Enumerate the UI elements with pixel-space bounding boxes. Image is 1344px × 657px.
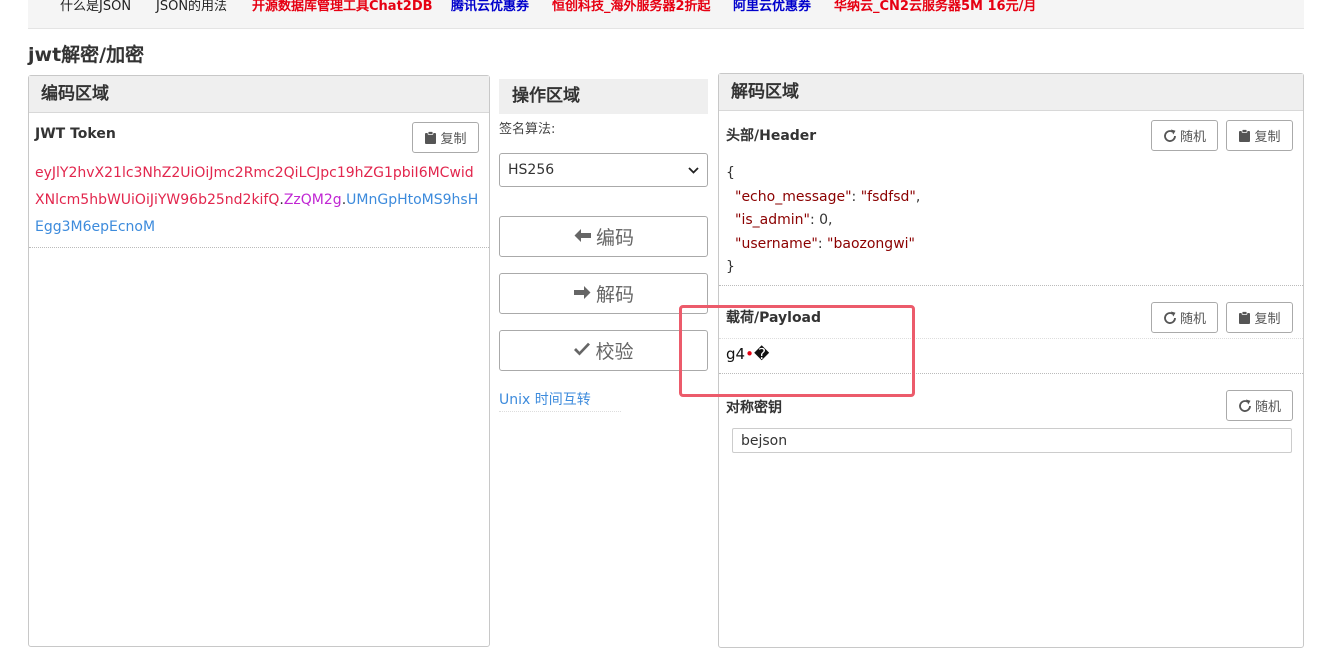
clipboard-icon [424, 130, 437, 145]
json-open-brace: { [726, 165, 735, 181]
checkmark-icon [573, 340, 591, 362]
json-value: "fsdfsd" [860, 188, 916, 205]
decode-panel-title: 解码区域 [719, 74, 1303, 111]
ops-panel-title: 操作区域 [499, 79, 708, 114]
algo-label: 签名算法: [499, 122, 556, 137]
random-payload-button[interactable]: 随机 [1151, 302, 1218, 333]
verify-button[interactable]: 校验 [499, 330, 708, 371]
payload-text: g4 [726, 345, 746, 363]
encode-panel-title: 编码区域 [29, 76, 489, 113]
random-payload-label: 随机 [1179, 312, 1206, 327]
refresh-icon [1163, 129, 1177, 143]
nav-link-tencent-coupon[interactable]: 腾讯云优惠券 [451, 0, 529, 15]
decode-panel: 解码区域 头部/Header 随机 复制 { "echo_message": "… [718, 73, 1304, 648]
arrow-right-icon [573, 283, 592, 305]
nav-link-json-usage[interactable]: JSON的用法 [156, 0, 227, 15]
decode-label: 解码 [595, 284, 634, 306]
page-title: jwt解密/加密 [28, 44, 145, 66]
header-json-editor[interactable]: { "echo_message": "fsdfsd", "is_admin": … [719, 156, 1303, 286]
arrow-left-icon [573, 226, 592, 248]
copy-header-label: 复制 [1254, 130, 1281, 145]
json-line: "echo_message": "fsdfsd", [735, 188, 921, 205]
json-comma: , [915, 188, 921, 205]
json-line: "is_admin": 0, [735, 212, 833, 228]
encode-button[interactable]: 编码 [499, 216, 708, 257]
decode-button[interactable]: 解码 [499, 273, 708, 314]
json-key: "username" [735, 235, 818, 252]
json-key: "echo_message" [735, 188, 852, 205]
jwt-token-label: JWT Token [35, 126, 116, 142]
random-header-label: 随机 [1179, 130, 1206, 145]
algo-select[interactable]: HS256 [499, 153, 708, 187]
clipboard-icon [1238, 128, 1251, 143]
json-line: "username": "baozongwi" [735, 235, 915, 252]
encode-panel: 编码区域 JWT Token 复制 eyJlY2hvX21lc3NhZ2UiOi… [28, 75, 490, 647]
nav-link-aliyun-coupon[interactable]: 阿里云优惠券 [733, 0, 811, 15]
random-header-button[interactable]: 随机 [1151, 120, 1218, 151]
nav-link-hengchuang[interactable]: 恒创科技_海外服务器2折起 [552, 0, 711, 15]
secret-key-input[interactable] [732, 428, 1292, 453]
jwt-token-text[interactable]: eyJlY2hvX21lc3NhZ2UiOiJmc2Rmc2QiLCJpc19h… [29, 156, 489, 248]
payload-editor[interactable]: g4•� [719, 338, 1303, 374]
nav-link-huanayun[interactable]: 华纳云_CN2云服务器5M 16元/月 [834, 0, 1036, 15]
clipboard-icon [1238, 310, 1251, 325]
token-payload-part: ZzQM2g [283, 192, 342, 208]
header-label: 头部/Header [726, 128, 817, 144]
copy-token-label: 复制 [440, 132, 467, 147]
copy-token-button[interactable]: 复制 [412, 122, 479, 153]
json-close-brace: } [726, 259, 735, 275]
refresh-icon [1163, 311, 1177, 325]
copy-header-button[interactable]: 复制 [1226, 120, 1293, 151]
json-value: "baozongwi" [827, 235, 915, 252]
copy-payload-label: 复制 [1254, 312, 1281, 327]
refresh-icon [1238, 399, 1252, 413]
nav-link-chat2db[interactable]: 开源数据库管理工具Chat2DB [252, 0, 433, 15]
payload-text-red: • [745, 345, 754, 363]
verify-label: 校验 [595, 341, 634, 363]
json-value: 0 [819, 212, 829, 228]
encode-label: 编码 [595, 227, 634, 249]
unix-time-link[interactable]: Unix 时间互转 [499, 389, 621, 412]
chevron-down-icon [688, 162, 699, 178]
top-nav: 什么是JSON JSON的用法 开源数据库管理工具Chat2DB 腾讯云优惠券 … [28, 0, 1304, 29]
json-comma: , [828, 212, 833, 228]
secret-label: 对称密钥 [726, 400, 782, 416]
json-key: "is_admin" [735, 212, 810, 228]
copy-payload-button[interactable]: 复制 [1226, 302, 1293, 333]
random-secret-label: 随机 [1254, 400, 1281, 415]
payload-label: 载荷/Payload [726, 310, 822, 326]
algo-selected-value: HS256 [508, 162, 555, 178]
nav-link-what-is-json[interactable]: 什么是JSON [60, 0, 131, 15]
random-secret-button[interactable]: 随机 [1226, 390, 1293, 421]
payload-text: � [753, 345, 770, 363]
